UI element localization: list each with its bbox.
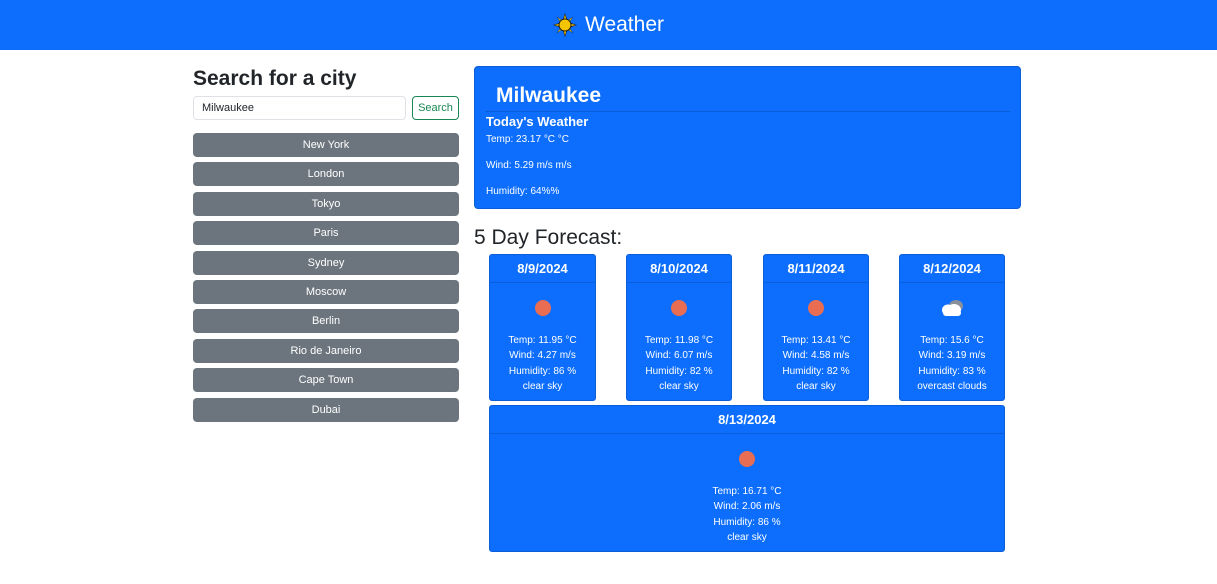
forecast-temp: Temp: 15.6 °C xyxy=(920,335,984,346)
city-button-moscow[interactable]: Moscow xyxy=(193,279,459,304)
brand: Weather xyxy=(553,13,664,37)
forecast-humidity: Humidity: 83 % xyxy=(918,365,986,377)
todays-weather-heading: Today's Weather xyxy=(486,114,589,129)
current-temp: Temp: 23.17 °C °C xyxy=(486,134,570,145)
sun-icon xyxy=(553,13,577,37)
top-navbar: Weather xyxy=(0,0,1217,50)
forecast-card-day-4: 8/12/2024 Temp: 15.6 °C Wind: 3.19 m/s H… xyxy=(899,254,1005,401)
sidebar: Search for a city Search New York London… xyxy=(193,62,459,427)
forecast-humidity: Humidity: 82 % xyxy=(782,365,850,377)
forecast-date: 8/13/2024 xyxy=(490,406,1004,434)
forecast-description: clear sky xyxy=(659,380,699,392)
forecast-date: 8/12/2024 xyxy=(900,255,1004,283)
forecast-temp: Temp: 16.71 °C xyxy=(712,486,782,497)
city-button-sydney[interactable]: Sydney xyxy=(193,250,459,275)
clear-sky-icon xyxy=(534,300,551,316)
forecast-humidity: Humidity: 82 % xyxy=(645,365,713,377)
forecast-description: clear sky xyxy=(727,531,767,543)
forecast-wind: Wind: 4.58 m/s xyxy=(782,350,850,362)
forecast-card-day-1: 8/9/2024 Temp: 11.95 °C Wind: 4.27 m/s H… xyxy=(489,254,596,401)
forecast-date: 8/9/2024 xyxy=(490,255,595,283)
forecast-card-day-5: 8/13/2024 Temp: 16.71 °C Wind: 2.06 m/s … xyxy=(489,405,1005,552)
forecast-temp: Temp: 13.41 °C xyxy=(781,335,851,346)
city-button-london[interactable]: London xyxy=(193,162,459,187)
current-city-name: Milwaukee xyxy=(485,67,1010,112)
forecast-date: 8/10/2024 xyxy=(627,255,731,283)
current-weather-card: Milwaukee Today's Weather Temp: 23.17 °C… xyxy=(474,66,1021,209)
city-button-tokyo[interactable]: Tokyo xyxy=(193,191,459,216)
forecast-date: 8/11/2024 xyxy=(764,255,868,283)
forecast-temp: Temp: 11.98 °C xyxy=(644,335,714,346)
city-button-dubai[interactable]: Dubai xyxy=(193,397,459,422)
recent-city-list: New York London Tokyo Paris Sydney Mosco… xyxy=(193,133,459,422)
forecast-description: clear sky xyxy=(796,380,836,392)
app-title: Weather xyxy=(585,13,664,36)
forecast-wind: Wind: 4.27 m/s xyxy=(509,350,576,362)
forecast-wind: Wind: 2.06 m/s xyxy=(713,501,781,513)
forecast-humidity: Humidity: 86 % xyxy=(713,516,781,528)
forecast-card-day-2: 8/10/2024 Temp: 11.98 °C Wind: 6.07 m/s … xyxy=(626,254,732,401)
forecast-description: overcast clouds xyxy=(917,380,987,392)
current-humidity: Humidity: 64%% xyxy=(486,186,560,197)
city-button-berlin[interactable]: Berlin xyxy=(193,309,459,334)
city-search-input[interactable] xyxy=(193,96,406,120)
city-button-paris[interactable]: Paris xyxy=(193,221,459,246)
forecast-description: clear sky xyxy=(522,380,563,392)
city-button-rio-de-janeiro[interactable]: Rio de Janeiro xyxy=(193,338,459,363)
forecast-wind: Wind: 6.07 m/s xyxy=(645,350,713,362)
forecast-temp: Temp: 11.95 °C xyxy=(508,335,577,346)
search-heading: Search for a city xyxy=(193,67,357,90)
forecast-wind: Wind: 3.19 m/s xyxy=(918,350,986,362)
current-wind: Wind: 5.29 m/s m/s xyxy=(486,160,572,171)
city-button-cape-town[interactable]: Cape Town xyxy=(193,368,459,393)
forecast-title: 5 Day Forecast: xyxy=(474,226,623,249)
search-button[interactable]: Search xyxy=(412,96,459,120)
clear-sky-icon xyxy=(739,451,755,467)
city-button-new-york[interactable]: New York xyxy=(193,133,459,157)
search-row: Search xyxy=(193,96,459,120)
clear-sky-icon xyxy=(671,300,687,316)
forecast-card-day-3: 8/11/2024 Temp: 13.41 °C Wind: 4.58 m/s … xyxy=(763,254,869,401)
forecast-humidity: Humidity: 86 % xyxy=(508,365,577,377)
overcast-cloud-icon xyxy=(942,300,963,316)
clear-sky-icon xyxy=(808,300,824,316)
